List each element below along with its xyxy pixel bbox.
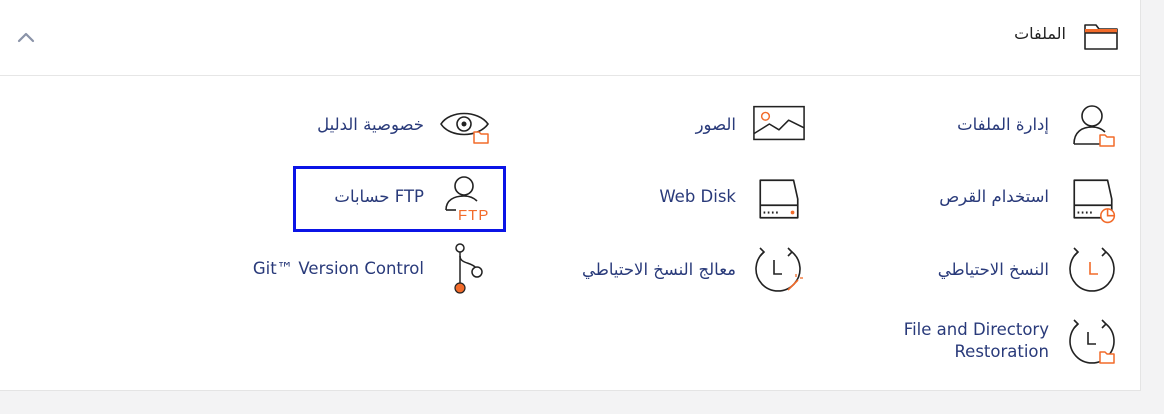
tool-file-restoration[interactable]: File and Directory Restoration [880,314,1120,374]
clock-folder-icon [1069,319,1115,364]
folder-icon [1084,24,1118,50]
clock-wand-icon [755,247,803,292]
tool-label: استخدام القرص [939,187,1049,206]
tool-file-manager[interactable]: إدارة الملفات [930,96,1120,152]
git-branch-icon [454,243,483,294]
tool-label: File and Directory [903,320,1049,339]
tool-label: الصور [695,115,736,134]
selection-highlight [293,166,506,232]
tool-label: Web Disk [659,187,736,206]
tool-label: Restoration [954,342,1049,361]
tool-label: إدارة الملفات [957,115,1049,134]
user-folder-icon [1073,105,1115,147]
image-icon [753,105,805,141]
tool-git-version-control[interactable]: Git™ Version Control [240,240,500,300]
tool-images[interactable]: الصور [680,96,810,152]
tool-label: Git™ Version Control [252,259,424,278]
tool-directory-privacy[interactable]: خصوصية الدليل [300,96,500,152]
disk-pie-icon [1073,179,1116,224]
tool-disk-usage[interactable]: استخدام القرص [930,170,1120,226]
tool-web-disk[interactable]: Web Disk [650,170,810,226]
disk-icon [759,179,799,219]
tool-backup[interactable]: النسخ الاحتياطي [930,240,1120,300]
tool-label: النسخ الاحتياطي [937,260,1049,279]
panel-header[interactable]: الملفات [0,0,1140,76]
chevron-up-icon[interactable] [16,28,36,46]
tool-label: معالج النسخ الاحتياطي [581,260,736,279]
tool-backup-wizard[interactable]: معالج النسخ الاحتياطي [560,240,810,300]
section-title: الملفات [1014,24,1066,43]
files-panel: الملفات إدارة الملفات الصور خصوصية الدلي… [0,0,1141,391]
eye-folder-icon [440,112,489,144]
tool-label: خصوصية الدليل [317,115,424,134]
clock-backup-icon [1069,247,1115,292]
